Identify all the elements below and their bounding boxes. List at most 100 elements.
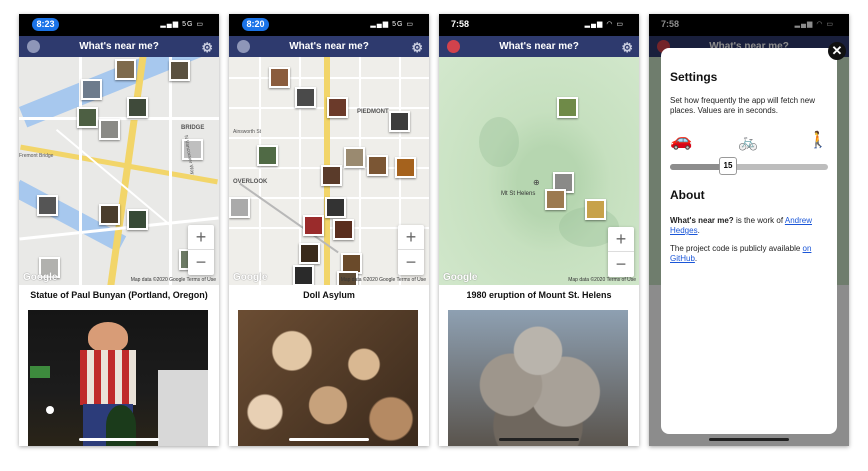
place-marker[interactable] (77, 107, 98, 128)
settings-description: Set how frequently the app will fetch ne… (670, 96, 815, 115)
google-logo: Google (23, 272, 58, 283)
place-marker[interactable] (37, 195, 58, 216)
place-marker[interactable] (321, 165, 342, 186)
google-logo: Google (443, 272, 478, 283)
place-photo (238, 310, 418, 446)
zoom-out-button[interactable]: − (188, 250, 214, 275)
place-marker[interactable] (127, 97, 148, 118)
map-label: PIEDMONT (357, 109, 389, 115)
app-header: What's near me? ⚙ (19, 36, 219, 57)
zoom-in-button[interactable]: + (608, 227, 634, 252)
place-marker[interactable] (269, 67, 290, 88)
app-logo-icon (27, 40, 40, 53)
place-marker[interactable] (295, 87, 316, 108)
code-availability: The project code is publicly available (670, 244, 801, 253)
place-photo (28, 310, 208, 446)
bicycle-icon: 🚲 (738, 134, 758, 151)
place-marker[interactable] (127, 209, 148, 230)
place-marker[interactable] (557, 97, 578, 118)
map-label: BRIDGE (181, 125, 205, 131)
place-marker[interactable] (333, 219, 354, 240)
status-time: 7:58 (451, 19, 470, 29)
code-text: The project code is publicly available o… (670, 244, 812, 263)
app-header: What's near me? ⚙ (229, 36, 429, 57)
place-marker[interactable] (545, 189, 566, 210)
place-marker[interactable] (169, 60, 190, 81)
place-marker[interactable] (327, 97, 348, 118)
about-credit: is the work of (735, 216, 784, 225)
screen-paul-bunyan: 8:23 ▂▄▆ 5G ▭ What's near me? ⚙ BRIDGE N… (19, 14, 219, 446)
screen-mount-st-helens: 7:58 ▂▄▆ ◠ ▭ What's near me? ⚙ ⊕ Mt St H… (439, 14, 639, 446)
place-marker[interactable] (81, 79, 102, 100)
home-indicator (289, 438, 369, 441)
map-view[interactable]: BRIDGE N Vancouver Way Fremont Bridge + … (19, 57, 219, 285)
zoom-control[interactable]: + − (188, 225, 214, 275)
status-bar: 8:20 ▂▄▆ 5G ▭ (229, 14, 429, 36)
place-marker[interactable] (229, 197, 250, 218)
slider-thumb[interactable]: 15 (719, 157, 737, 175)
close-icon[interactable]: ✕ (828, 42, 846, 60)
place-marker[interactable] (367, 155, 388, 176)
speed-icons: 🚗 🚲 🚶 (670, 130, 828, 156)
place-marker[interactable] (389, 111, 410, 132)
gear-icon[interactable]: ⚙ (411, 37, 423, 58)
status-time: 8:23 (32, 18, 59, 31)
place-marker[interactable] (99, 204, 120, 225)
map-attribution[interactable]: Map data ©2020 Google Terms of Use (131, 277, 216, 283)
about-text: What's near me? is the work of Andrew He… (670, 216, 812, 235)
gear-icon[interactable]: ⚙ (621, 37, 633, 58)
zoom-in-button[interactable]: + (398, 225, 424, 250)
app-logo-icon (447, 40, 460, 53)
map-attribution[interactable]: Map data ©2020 Google Terms of Use (341, 277, 426, 283)
summit-icon: ⊕ (533, 178, 540, 187)
signal-battery-icon: ▂▄▆ 5G ▭ (370, 21, 414, 28)
frequency-slider[interactable]: 15 (670, 157, 828, 175)
place-caption: Statue of Paul Bunyan (Portland, Oregon) (30, 290, 208, 300)
map-label: OVERLOOK (233, 179, 268, 185)
status-bar: 8:23 ▂▄▆ 5G ▭ (19, 14, 219, 36)
place-marker[interactable] (585, 199, 606, 220)
map-view[interactable]: ⊕ Mt St Helens + − Google Map data ©2020… (439, 57, 639, 285)
place-marker[interactable] (293, 265, 314, 285)
zoom-out-button[interactable]: − (398, 250, 424, 275)
screen-settings: 7:58 ▂▄▆ ◠ ▭ What's near me? Settings Se… (649, 14, 849, 446)
signal-battery-icon: ▂▄▆ 5G ▭ (160, 21, 204, 28)
map-label: Fremont Bridge (19, 153, 54, 159)
gear-icon[interactable]: ⚙ (201, 37, 213, 58)
zoom-control[interactable]: + − (398, 225, 424, 275)
zoom-out-button[interactable]: − (608, 252, 634, 277)
place-marker[interactable] (344, 147, 365, 168)
home-indicator (709, 438, 789, 441)
app-title: What's near me? (499, 41, 579, 52)
place-caption: Doll Asylum (303, 290, 355, 300)
pedestrian-icon: 🚶 (808, 132, 828, 149)
signal-battery-icon: ▂▄▆ ◠ ▭ (584, 21, 624, 28)
home-indicator (79, 438, 159, 441)
status-time: 8:20 (242, 18, 269, 31)
app-title: What's near me? (289, 41, 369, 52)
settings-heading: Settings (670, 70, 718, 84)
about-app-name: What's near me? (670, 216, 734, 225)
place-marker[interactable] (299, 243, 320, 264)
zoom-in-button[interactable]: + (188, 225, 214, 250)
map-label: Ainsworth St (233, 129, 262, 135)
app-header: What's near me? ⚙ (439, 36, 639, 57)
app-title: What's near me? (79, 41, 159, 52)
map-label: Mt St Helens (501, 191, 536, 197)
zoom-control[interactable]: + − (608, 227, 634, 277)
place-marker[interactable] (99, 119, 120, 140)
place-marker[interactable] (257, 145, 278, 166)
map-attribution[interactable]: Map data ©2020 Terms of Use (568, 277, 636, 283)
home-indicator (499, 438, 579, 441)
place-photo (448, 310, 628, 446)
place-marker[interactable] (395, 157, 416, 178)
car-icon: 🚗 (670, 130, 693, 150)
place-marker[interactable] (303, 215, 324, 236)
about-heading: About (670, 188, 705, 202)
place-marker[interactable] (325, 197, 346, 218)
map-view[interactable]: PIEDMONT Ainsworth St OVERLOOK + − Googl… (229, 57, 429, 285)
app-logo-icon (237, 40, 250, 53)
place-marker[interactable] (115, 59, 136, 80)
google-logo: Google (233, 272, 268, 283)
place-caption: 1980 eruption of Mount St. Helens (466, 290, 612, 300)
